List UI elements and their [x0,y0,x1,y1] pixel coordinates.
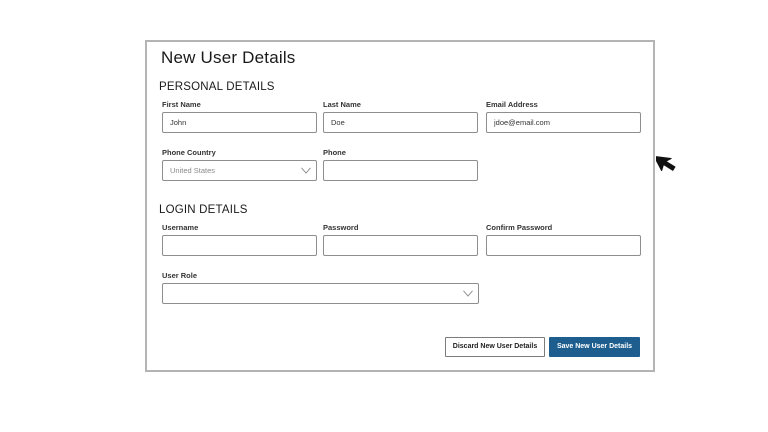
last-name-label: Last Name [323,100,361,109]
chevron-down-icon [301,167,311,174]
page: New User Details PERSONAL DETAILS First … [0,0,768,432]
phone-country-label: Phone Country [162,148,216,157]
first-name-field[interactable]: John [162,112,317,133]
phone-field[interactable] [323,160,478,181]
phone-label: Phone [323,148,346,157]
email-label: Email Address [486,100,538,109]
phone-country-select[interactable]: United States [162,160,317,181]
password-label: Password [323,223,359,232]
username-field[interactable] [162,235,317,256]
confirm-password-field[interactable] [486,235,641,256]
save-button[interactable]: Save New User Details [549,337,640,357]
login-details-heading: LOGIN DETAILS [159,204,248,216]
phone-country-value: United States [170,166,216,175]
mouse-pointer-icon [656,155,676,172]
page-title: New User Details [161,48,296,67]
username-label: Username [162,223,199,232]
first-name-label: First Name [162,100,201,109]
password-field[interactable] [323,235,478,256]
personal-details-heading: PERSONAL DETAILS [159,81,275,93]
last-name-field[interactable]: Doe [323,112,478,133]
user-role-label: User Role [162,271,198,280]
email-field[interactable]: jdoe@email.com [486,112,641,133]
discard-button[interactable]: Discard New User Details [445,337,545,357]
user-role-select[interactable] [162,283,479,304]
confirm-password-label: Confirm Password [486,223,553,232]
chevron-down-icon [463,290,473,297]
